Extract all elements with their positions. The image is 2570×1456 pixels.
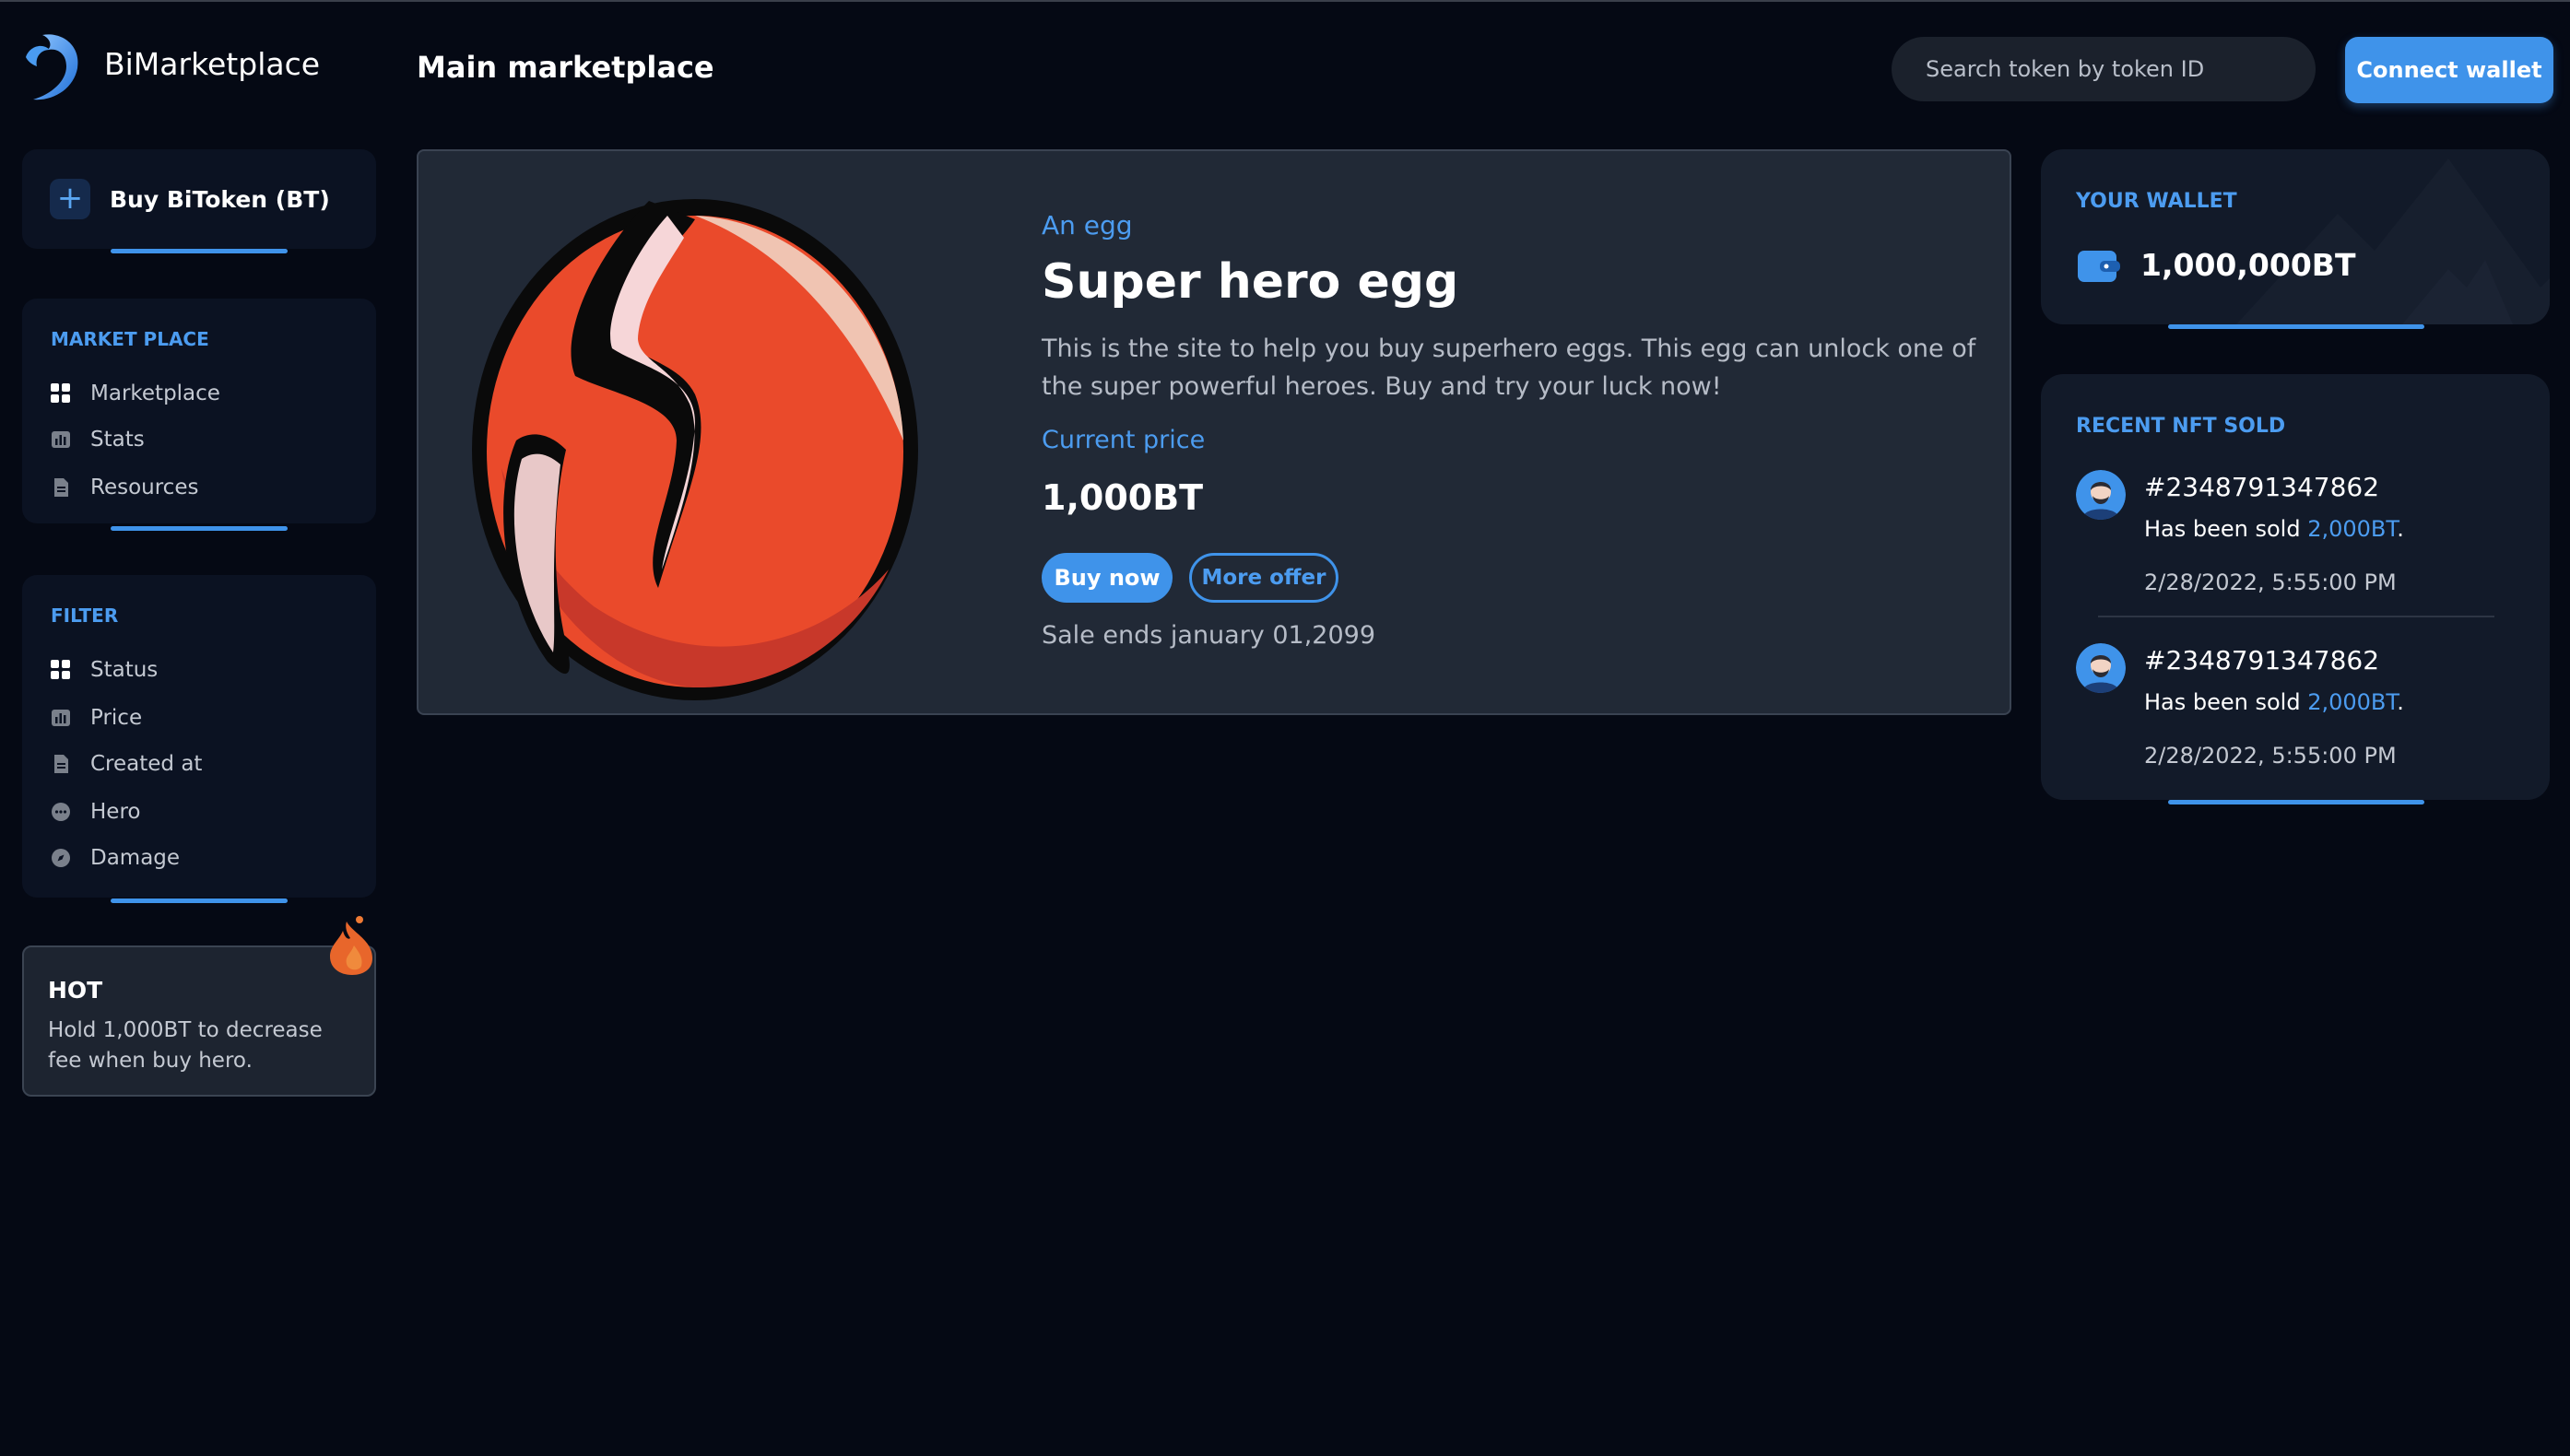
sold-amount: 2,000BT <box>2307 516 2398 542</box>
section-title-marketplace: MARKET PLACE <box>51 328 209 350</box>
fire-icon <box>330 916 372 975</box>
chat-icon <box>52 803 70 821</box>
recent-title: RECENT NFT SOLD <box>2076 415 2286 438</box>
compass-icon <box>52 849 70 867</box>
search-input[interactable] <box>1892 37 2316 101</box>
buy-now-button[interactable]: Buy now <box>1042 553 1173 603</box>
egg-image[interactable] <box>465 164 925 704</box>
plus-icon: + <box>50 179 90 219</box>
nav-label: Created at <box>90 752 203 776</box>
egg-title: Super hero egg <box>1042 254 1459 310</box>
nav-item-resources[interactable]: Resources <box>50 472 198 503</box>
card-accent-line <box>111 898 288 903</box>
nav-label: Hero <box>90 800 141 824</box>
chart-icon <box>52 710 70 726</box>
avatar <box>2076 470 2126 520</box>
document-icon <box>54 478 68 497</box>
sold-prefix: Has been sold <box>2144 516 2308 542</box>
filter-item-created-at[interactable]: Created at <box>50 748 202 780</box>
sold-prefix: Has been sold <box>2144 689 2308 715</box>
avatar <box>2076 643 2126 693</box>
wallet-title: YOUR WALLET <box>2076 190 2237 213</box>
grid-icon <box>51 383 70 403</box>
sold-item[interactable]: #2348791347862 Has been sold 2,000BT. 2/… <box>2076 643 2518 781</box>
nav-item-marketplace[interactable]: Marketplace <box>50 378 220 409</box>
nav-label: Price <box>90 706 143 730</box>
wallet-icon <box>2078 251 2120 282</box>
wallet-balance: 1,000,000BT <box>2140 247 2356 283</box>
section-title-filter: FILTER <box>51 605 119 627</box>
sold-date: 2/28/2022, 5:55:00 PM <box>2144 743 2397 769</box>
mountain-decoration <box>2236 159 2550 324</box>
sold-suffix: . <box>2397 689 2404 715</box>
sold-item[interactable]: #2348791347862 Has been sold 2,000BT. 2/… <box>2076 470 2518 608</box>
buy-bitoken-card[interactable]: + Buy BiToken (BT) <box>22 149 376 249</box>
featured-egg-card: An egg Super hero egg This is the site t… <box>417 149 2011 715</box>
sale-ends-text: Sale ends january 01,2099 <box>1042 621 1376 650</box>
brand-name[interactable]: BiMarketplace <box>104 46 320 82</box>
price-value: 1,000BT <box>1042 477 1204 518</box>
egg-kicker: An egg <box>1042 210 1133 241</box>
page-title: Main marketplace <box>417 50 714 85</box>
filter-item-hero[interactable]: Hero <box>50 796 140 828</box>
wallet-card: YOUR WALLET 1,000,000BT <box>2041 149 2550 324</box>
sold-line: Has been sold 2,000BT. <box>2144 689 2404 715</box>
nav-label: Marketplace <box>90 382 220 405</box>
card-accent-line <box>2168 800 2424 804</box>
sold-date: 2/28/2022, 5:55:00 PM <box>2144 569 2397 595</box>
more-offer-button[interactable]: More offer <box>1189 553 1338 603</box>
logo-icon[interactable] <box>20 29 85 103</box>
card-accent-line <box>111 249 288 253</box>
nav-label: Damage <box>90 846 181 870</box>
filter-item-damage[interactable]: Damage <box>50 842 180 874</box>
sold-amount: 2,000BT <box>2307 689 2398 715</box>
hot-text: Hold 1,000BT to decrease fee when buy he… <box>48 1018 323 1073</box>
nav-label: Resources <box>90 476 199 499</box>
divider <box>2098 616 2494 617</box>
sold-token-id[interactable]: #2348791347862 <box>2144 645 2379 675</box>
nav-label: Status <box>90 658 159 682</box>
sold-suffix: . <box>2397 516 2404 542</box>
connect-wallet-button[interactable]: Connect wallet <box>2345 37 2553 103</box>
filter-item-status[interactable]: Status <box>50 654 158 686</box>
top-border <box>0 0 2570 2</box>
marketplace-nav-card: MARKET PLACE Marketplace Stats Resources <box>22 299 376 523</box>
chart-icon <box>52 431 70 448</box>
document-icon <box>54 755 68 773</box>
egg-description: This is the site to help you buy superhe… <box>1042 335 1976 401</box>
sold-line: Has been sold 2,000BT. <box>2144 516 2404 542</box>
price-label: Current price <box>1042 426 1206 454</box>
sold-token-id[interactable]: #2348791347862 <box>2144 472 2379 502</box>
nav-label: Stats <box>90 428 145 452</box>
card-accent-line <box>2168 324 2424 329</box>
card-accent-line <box>111 526 288 531</box>
hot-title: HOT <box>48 977 103 1004</box>
filter-item-price[interactable]: Price <box>50 702 142 734</box>
recent-nft-sold-card: RECENT NFT SOLD #2348791347862 Has been … <box>2041 374 2550 800</box>
buy-bitoken-label: Buy BiToken (BT) <box>110 186 330 213</box>
nav-item-stats[interactable]: Stats <box>50 424 145 455</box>
grid-icon <box>51 660 70 679</box>
filter-nav-card: FILTER Status Price Created at Hero Dama… <box>22 575 376 898</box>
